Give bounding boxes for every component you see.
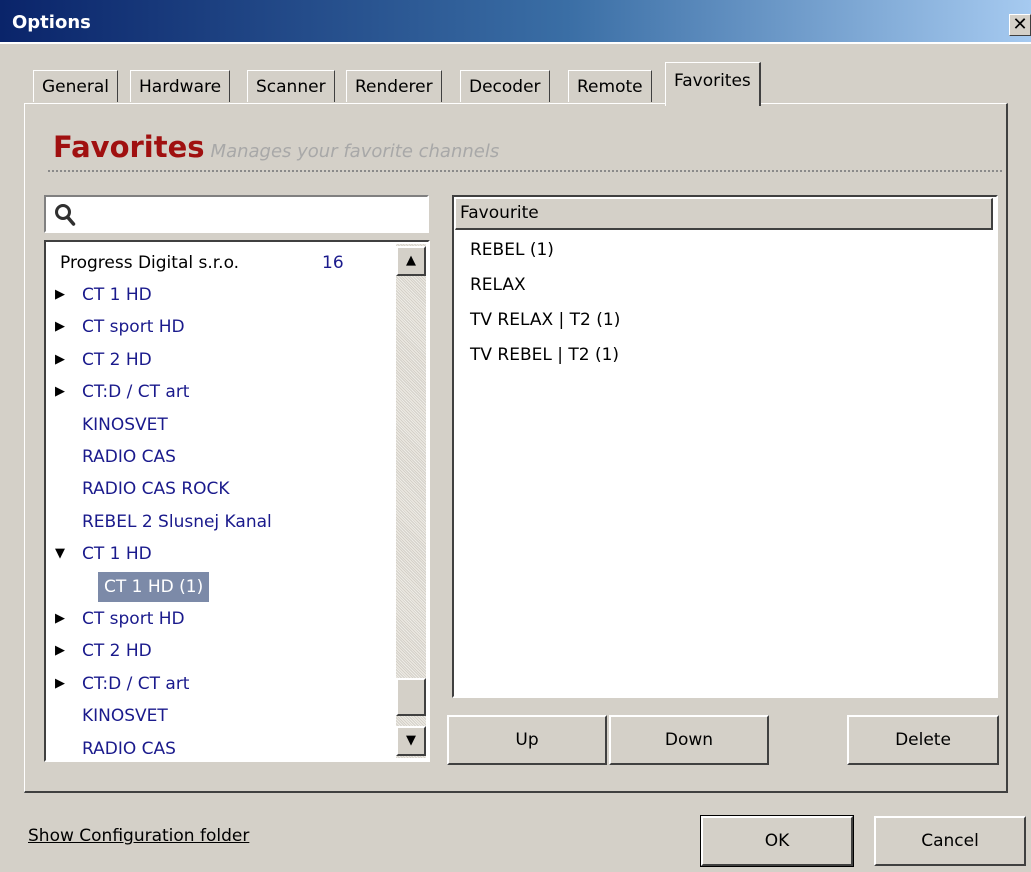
search-icon xyxy=(55,204,76,226)
tree-row-label: CT 1 HD xyxy=(82,544,152,565)
tree-row[interactable]: REBEL 2 Slusnej Kanal xyxy=(46,507,386,537)
list-item[interactable]: RELAX xyxy=(470,268,526,302)
channel-tree: Progress Digital s.r.o. 16 ▶ CT 1 HD ▶ CT s… xyxy=(44,240,430,762)
tree-row-label: CT 1 HD xyxy=(82,285,152,305)
favorites-list: Favourite REBEL (1) RELAX TV RELAX | T2 … xyxy=(452,195,998,698)
tree-row-label: CT 2 HD xyxy=(82,641,152,662)
tab-favorites[interactable]: Favorites xyxy=(665,62,761,106)
tree-row-label: CT 2 HD xyxy=(82,349,152,370)
tree-row[interactable]: ▼ CT 1 HD xyxy=(46,539,386,569)
section-title: Favorites xyxy=(53,130,205,164)
tree-row-label: RADIO CAS ROCK xyxy=(82,479,230,500)
ok-button[interactable]: OK xyxy=(700,815,854,867)
tab-decoder[interactable]: Decoder xyxy=(460,70,550,102)
up-button[interactable]: Up xyxy=(447,715,607,765)
tab-scanner[interactable]: Scanner xyxy=(247,70,335,102)
tree-row[interactable]: RADIO CAS ROCK xyxy=(46,474,386,504)
list-item[interactable]: TV RELAX | T2 (1) xyxy=(470,303,620,337)
tab-general[interactable]: General xyxy=(33,70,118,102)
scroll-down-button[interactable]: ▼ xyxy=(396,726,426,756)
favorites-column-header[interactable]: Favourite xyxy=(455,198,993,230)
heading-divider xyxy=(48,170,1002,172)
collapsed-arrow-icon[interactable]: ▶ xyxy=(55,604,65,634)
tree-row[interactable]: CT 1 HD (1) xyxy=(46,571,386,602)
tree-row[interactable]: ▶ CT:D / CT art xyxy=(46,377,386,407)
tree-row[interactable]: ▶ CT 2 HD xyxy=(46,636,386,666)
tree-row[interactable]: RADIO CAS xyxy=(46,734,386,760)
tree-scrollbar[interactable]: ▲ ▼ xyxy=(396,244,426,758)
tree-row[interactable]: KINOSVET xyxy=(46,701,386,731)
provider-count: 16 xyxy=(322,253,344,273)
collapsed-arrow-icon[interactable]: ▶ xyxy=(55,636,65,666)
scroll-up-button[interactable]: ▲ xyxy=(396,246,426,276)
tab-renderer[interactable]: Renderer xyxy=(346,70,442,102)
down-button[interactable]: Down xyxy=(609,715,769,765)
tree-row-label: CT 1 HD (1) xyxy=(98,571,210,602)
list-item[interactable]: TV REBEL | T2 (1) xyxy=(470,338,619,372)
tree-row[interactable]: ▶ CT 2 HD xyxy=(46,345,386,375)
list-item[interactable]: REBEL (1) xyxy=(470,233,554,267)
tab-hardware[interactable]: Hardware xyxy=(130,70,231,102)
tree-row-label: CT sport HD xyxy=(82,609,185,629)
delete-button[interactable]: Delete xyxy=(847,715,999,765)
tree-row[interactable]: RADIO CAS xyxy=(46,442,386,472)
tree-row-label: KINOSVET xyxy=(82,414,168,435)
tab-remote[interactable]: Remote xyxy=(568,70,652,102)
cancel-button[interactable]: Cancel xyxy=(874,816,1026,866)
tree-row[interactable]: ▶ CT 1 HD xyxy=(46,280,386,310)
collapsed-arrow-icon[interactable]: ▶ xyxy=(55,669,65,699)
section-subtitle: Manages your favorite channels xyxy=(210,141,500,162)
title-bar: Options ✕ xyxy=(0,0,1031,44)
collapsed-arrow-icon[interactable]: ▶ xyxy=(55,280,65,310)
tree-provider-row[interactable]: Progress Digital s.r.o. 16 xyxy=(60,248,390,278)
search-input[interactable] xyxy=(82,201,416,229)
show-configuration-folder-link[interactable]: Show Configuration folder xyxy=(28,826,249,846)
tree-row-label: CT sport HD xyxy=(82,317,185,338)
expanded-arrow-icon[interactable]: ▼ xyxy=(55,539,65,569)
window-title: Options xyxy=(12,12,91,33)
tree-row-label: KINOSVET xyxy=(82,706,168,727)
collapsed-arrow-icon[interactable]: ▶ xyxy=(55,377,65,407)
section-heading: Favorites Manages your favorite channels xyxy=(53,130,499,164)
tree-row-label: CT:D / CT art xyxy=(82,382,190,403)
tree-row[interactable]: KINOSVET xyxy=(46,410,386,440)
close-button[interactable]: ✕ xyxy=(1009,14,1031,36)
tree-row[interactable]: ▶ CT sport HD xyxy=(46,604,386,634)
tree-row-label: RADIO CAS xyxy=(82,447,176,467)
tree-row-label: CT:D / CT art xyxy=(82,673,190,694)
tree-row-label: RADIO CAS xyxy=(82,738,176,759)
collapsed-arrow-icon[interactable]: ▶ xyxy=(55,312,65,342)
search-box xyxy=(44,195,429,233)
scroll-thumb[interactable] xyxy=(396,678,426,716)
tree-row-label: REBEL 2 Slusnej Kanal xyxy=(82,511,272,532)
tree-row[interactable]: ▶ CT:D / CT art xyxy=(46,669,386,699)
collapsed-arrow-icon[interactable]: ▶ xyxy=(55,345,65,375)
tree-row[interactable]: ▶ CT sport HD xyxy=(46,312,386,342)
provider-name: Progress Digital s.r.o. xyxy=(60,253,240,273)
